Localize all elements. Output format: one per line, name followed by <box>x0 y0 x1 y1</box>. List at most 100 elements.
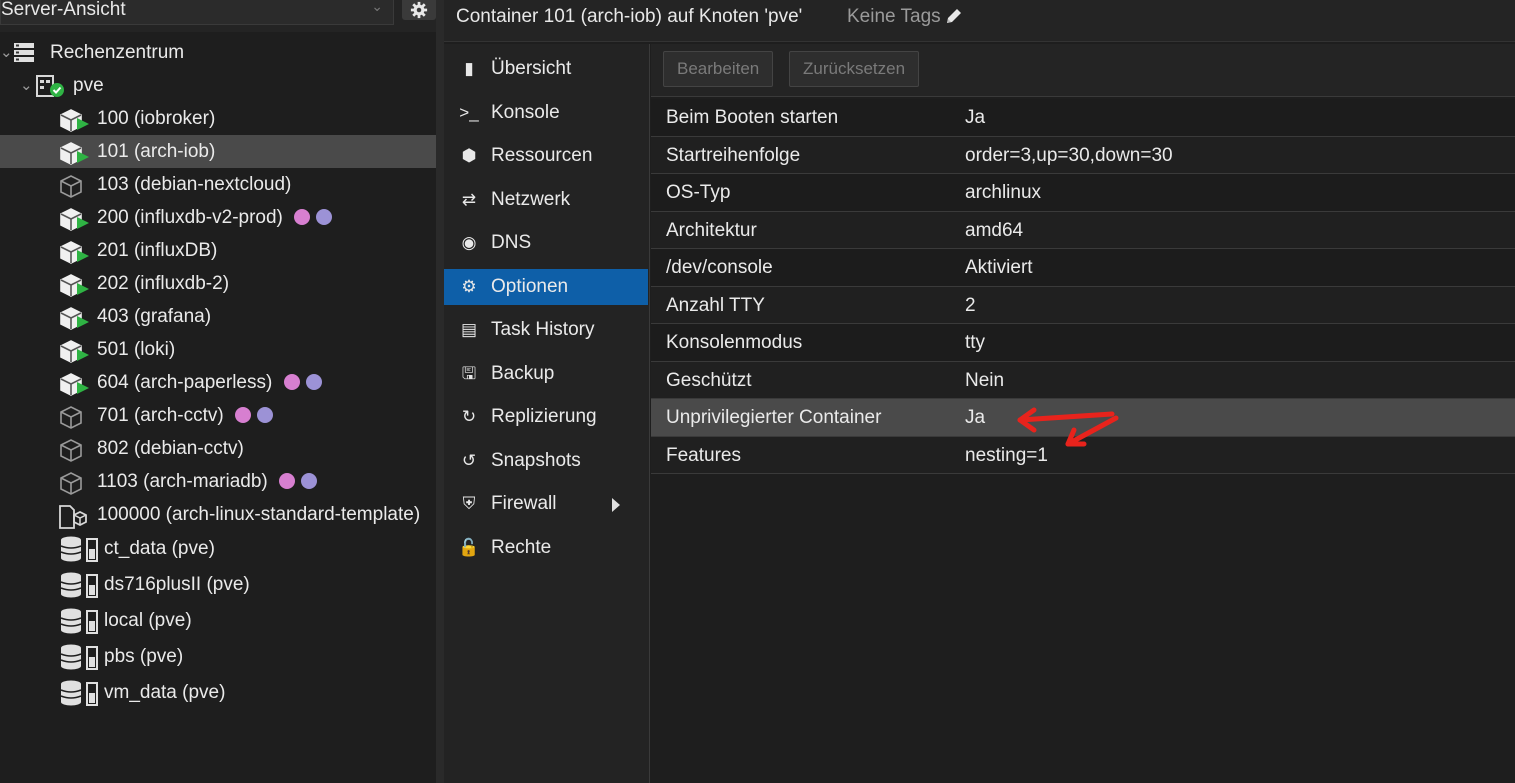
tree-item-storage[interactable]: vm_data (pve) <box>0 675 436 711</box>
tree-item-storage[interactable]: ds716plusII (pve) <box>0 567 436 603</box>
nav-item-snapshots[interactable]: ↺ Snapshots <box>444 443 648 479</box>
nav-item-firewall[interactable]: ⛨ Firewall <box>444 486 648 522</box>
tree-item-label: 802 (debian-cctv) <box>97 432 244 465</box>
tree-item-label: ct_data (pve) <box>104 538 215 559</box>
option-key: Anzahl TTY <box>666 294 765 316</box>
view-select-value: Server-Ansicht <box>1 0 126 20</box>
resource-tree: ⌄ Rechenzentrum ⌄ pve 100 (iobroker) 101 … <box>0 36 436 711</box>
tree-item-guest[interactable]: 100000 (arch-linux-standard-template) <box>0 498 436 531</box>
option-key: Startreihenfolge <box>666 144 801 166</box>
tag-dot[interactable] <box>301 473 318 489</box>
tree-item-label: 701 (arch-cctv) <box>97 399 274 432</box>
gear-icon[interactable] <box>402 0 436 20</box>
option-value: Aktiviert <box>965 257 1033 278</box>
tree-item-guest[interactable]: 200 (influxdb-v2-prod) <box>0 201 436 234</box>
guest-name: 604 (arch-paperless) <box>97 372 273 393</box>
tag-dot[interactable] <box>305 374 322 390</box>
tree-item-label: 201 (influxDB) <box>97 234 217 267</box>
options-row[interactable]: OS-Typ archlinux <box>651 174 1515 212</box>
tag-dot[interactable] <box>283 374 300 390</box>
container-stopped-icon <box>58 406 90 429</box>
tree-item-guest[interactable]: 701 (arch-cctv) <box>0 399 436 432</box>
option-key: OS-Typ <box>666 182 731 203</box>
edit-button[interactable]: Bearbeiten <box>663 51 774 87</box>
options-row[interactable]: /dev/console Aktiviert <box>651 249 1515 287</box>
view-select[interactable]: Server-Ansicht ⌄ <box>0 0 394 25</box>
option-key: /dev/console <box>666 257 773 278</box>
tag-dot[interactable] <box>257 407 274 423</box>
container-running-icon <box>58 241 90 264</box>
pencil-icon[interactable] <box>945 7 963 31</box>
tree-item-guest[interactable]: 101 (arch-iob) <box>0 135 436 168</box>
storage-icon <box>60 572 104 598</box>
tree-item-label: pve <box>73 75 104 96</box>
options-row[interactable]: Konsolenmodus tty <box>651 324 1515 362</box>
tree-item-guest[interactable]: 103 (debian-nextcloud) <box>0 168 436 201</box>
tree-item-label: 403 (grafana) <box>97 300 211 333</box>
option-value: Ja <box>965 107 986 128</box>
tree-item-guest[interactable]: 501 (loki) <box>0 333 436 366</box>
nav-item-label: Optionen <box>491 275 569 297</box>
tree-item-guest[interactable]: 403 (grafana) <box>0 300 436 333</box>
nav-item-label: Ressourcen <box>491 145 593 166</box>
nav-item-rechte[interactable]: 🔓 Rechte <box>444 530 648 566</box>
history-icon: ↺ <box>461 450 477 470</box>
tree-item-guest[interactable]: 100 (iobroker) <box>0 102 436 135</box>
nav-item-task-history[interactable]: ▤ Task History <box>444 312 648 348</box>
chevron-down-icon[interactable]: ⌄ <box>20 69 33 102</box>
tag-dot[interactable] <box>294 209 311 225</box>
tree-item-node[interactable]: ⌄ pve <box>0 69 436 102</box>
options-row[interactable]: Beim Booten starten Ja <box>651 99 1515 137</box>
list-icon: ▤ <box>460 320 478 339</box>
panel-splitter[interactable] <box>436 0 444 783</box>
tree-item-guest[interactable]: 202 (influxdb-2) <box>0 267 436 300</box>
tags-label: Keine Tags <box>847 6 941 27</box>
nav-item-replizierung[interactable]: ↻ Replizierung <box>444 399 648 435</box>
options-row[interactable]: Startreihenfolge order=3,up=30,down=30 <box>651 136 1515 174</box>
nav-item--bersicht[interactable]: ▮ Übersicht <box>444 51 648 87</box>
tree-item-label: vm_data (pve) <box>104 682 226 703</box>
tag-dot[interactable] <box>279 473 296 489</box>
nav-item-dns[interactable]: ◉ DNS <box>444 225 648 261</box>
book-icon: ▮ <box>464 59 474 78</box>
chevron-down-icon[interactable]: ⌄ <box>0 36 13 69</box>
tree-item-storage[interactable]: local (pve) <box>0 603 436 639</box>
tree-item-label: 101 (arch-iob) <box>97 135 215 168</box>
page-title: Container 101 (arch-iob) auf Knoten 'pve… <box>456 6 803 27</box>
tree-item-label: ds716plusII (pve) <box>104 574 250 595</box>
tree-item-label: 202 (influxdb-2) <box>97 267 229 300</box>
tree-item-storage[interactable]: ct_data (pve) <box>0 531 436 567</box>
tag-dot[interactable] <box>234 407 251 423</box>
container-running-icon <box>58 208 90 231</box>
option-key: Features <box>666 444 741 466</box>
options-row[interactable]: Geschützt Nein <box>651 361 1515 399</box>
storage-icon <box>60 680 104 706</box>
option-key: Beim Booten starten <box>666 107 839 128</box>
tree-item-guest[interactable]: 604 (arch-paperless) <box>0 366 436 399</box>
storage-icon <box>60 608 104 634</box>
tree-item-label: 103 (debian-nextcloud) <box>97 168 291 201</box>
options-row[interactable]: Anzahl TTY 2 <box>651 286 1515 324</box>
option-value: Nein <box>965 369 1005 391</box>
nav-item-ressourcen[interactable]: ⬢ Ressourcen <box>444 138 648 174</box>
tree-item-guest[interactable]: 1103 (arch-mariadb) <box>0 465 436 498</box>
tree-item-storage[interactable]: pbs (pve) <box>0 639 436 675</box>
tag-dot[interactable] <box>316 209 333 225</box>
options-row[interactable]: Architektur amd64 <box>651 211 1515 249</box>
option-value: order=3,up=30,down=30 <box>965 144 1173 166</box>
tree-item-guest[interactable]: 201 (influxDB) <box>0 234 436 267</box>
tree-item-datacenter[interactable]: ⌄ Rechenzentrum <box>0 36 436 69</box>
nav-item-netzwerk[interactable]: ⇄ Netzwerk <box>444 182 648 218</box>
nav-item-optionen[interactable]: ⚙ Optionen <box>444 268 648 305</box>
template-icon <box>58 505 90 529</box>
content-header: Container 101 (arch-iob) auf Knoten 'pve… <box>444 0 1515 42</box>
revert-button[interactable]: Zurücksetzen <box>789 51 920 87</box>
option-value: archlinux <box>965 182 1042 203</box>
tree-item-guest[interactable]: 802 (debian-cctv) <box>0 432 436 465</box>
globe-icon: ◉ <box>461 233 477 252</box>
nav-item-konsole[interactable]: >_ Konsole <box>444 95 648 131</box>
caret-right-icon[interactable] <box>612 498 620 512</box>
nav-item-backup[interactable]: 🖫 Backup <box>444 356 648 392</box>
tree-item-label: 200 (influxdb-v2-prod) <box>97 201 333 234</box>
container-running-icon <box>58 109 90 132</box>
